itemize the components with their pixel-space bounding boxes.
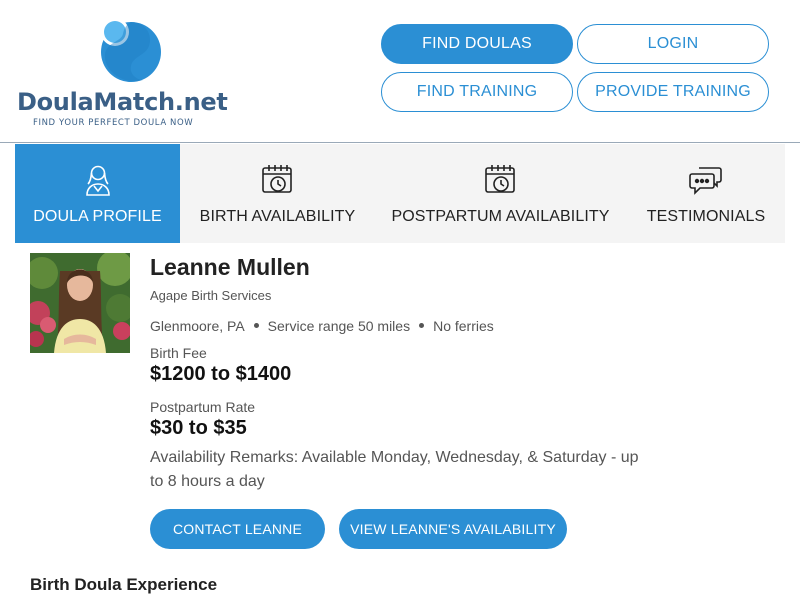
- profile-tabs: DOULA PROFILE BIRTH AVAILABILITY POSTPAR…: [15, 144, 785, 243]
- doula-agency: Agape Birth Services: [150, 288, 272, 303]
- logo-tagline: FIND YOUR PERFECT DOULA NOW: [33, 118, 194, 128]
- calendar-clock-icon: [483, 162, 519, 198]
- tab-label: POSTPARTUM AVAILABILITY: [391, 208, 610, 225]
- logo-wordmark: DoulaMatch.net: [17, 88, 228, 116]
- site-logo[interactable]: DoulaMatch.net FIND YOUR PERFECT DOULA N…: [15, 10, 228, 135]
- service-range: Service range 50 miles: [267, 318, 411, 334]
- site-header: DoulaMatch.net FIND YOUR PERFECT DOULA N…: [0, 0, 800, 143]
- doula-meta: Glenmoore, PA Service range 50 miles No …: [150, 318, 494, 334]
- separator-dot: [419, 322, 425, 328]
- find-training-button[interactable]: FIND TRAINING: [381, 72, 573, 112]
- tab-label: DOULA PROFILE: [33, 208, 162, 225]
- doula-location: Glenmoore, PA: [150, 318, 245, 334]
- find-doulas-button[interactable]: FIND DOULAS: [381, 24, 573, 64]
- tab-label: BIRTH AVAILABILITY: [199, 208, 356, 225]
- ferries-info: No ferries: [433, 318, 494, 334]
- tab-postpartum-availability[interactable]: POSTPARTUM AVAILABILITY: [383, 144, 618, 243]
- doula-person-icon: [80, 162, 116, 198]
- calendar-clock-icon: [260, 162, 296, 198]
- tab-doula-profile[interactable]: DOULA PROFILE: [15, 144, 180, 243]
- tab-label: TESTIMONIALS: [646, 208, 766, 225]
- postpartum-rate-value: $30 to $35: [150, 417, 247, 439]
- birth-fee-value: $1200 to $1400: [150, 363, 292, 385]
- doula-name: Leanne Mullen: [150, 254, 310, 280]
- tab-testimonials[interactable]: TESTIMONIALS: [633, 144, 779, 243]
- separator-dot: [253, 322, 259, 328]
- doula-photo: [30, 253, 130, 353]
- login-button[interactable]: LOGIN: [577, 24, 769, 64]
- availability-remarks: Availability Remarks: Available Monday, …: [150, 449, 639, 490]
- view-availability-button[interactable]: VIEW LEANNE'S AVAILABILITY: [339, 509, 567, 549]
- birth-fee-label: Birth Fee: [150, 345, 207, 361]
- postpartum-rate-label: Postpartum Rate: [150, 399, 256, 415]
- contact-doula-button[interactable]: CONTACT LEANNE: [150, 509, 325, 549]
- provide-training-button[interactable]: PROVIDE TRAINING: [577, 72, 769, 112]
- tab-birth-availability[interactable]: BIRTH AVAILABILITY: [190, 144, 365, 243]
- chat-bubbles-icon: [688, 162, 724, 198]
- logo-mark-icon: [101, 18, 161, 82]
- birth-experience-heading: Birth Doula Experience: [30, 575, 218, 594]
